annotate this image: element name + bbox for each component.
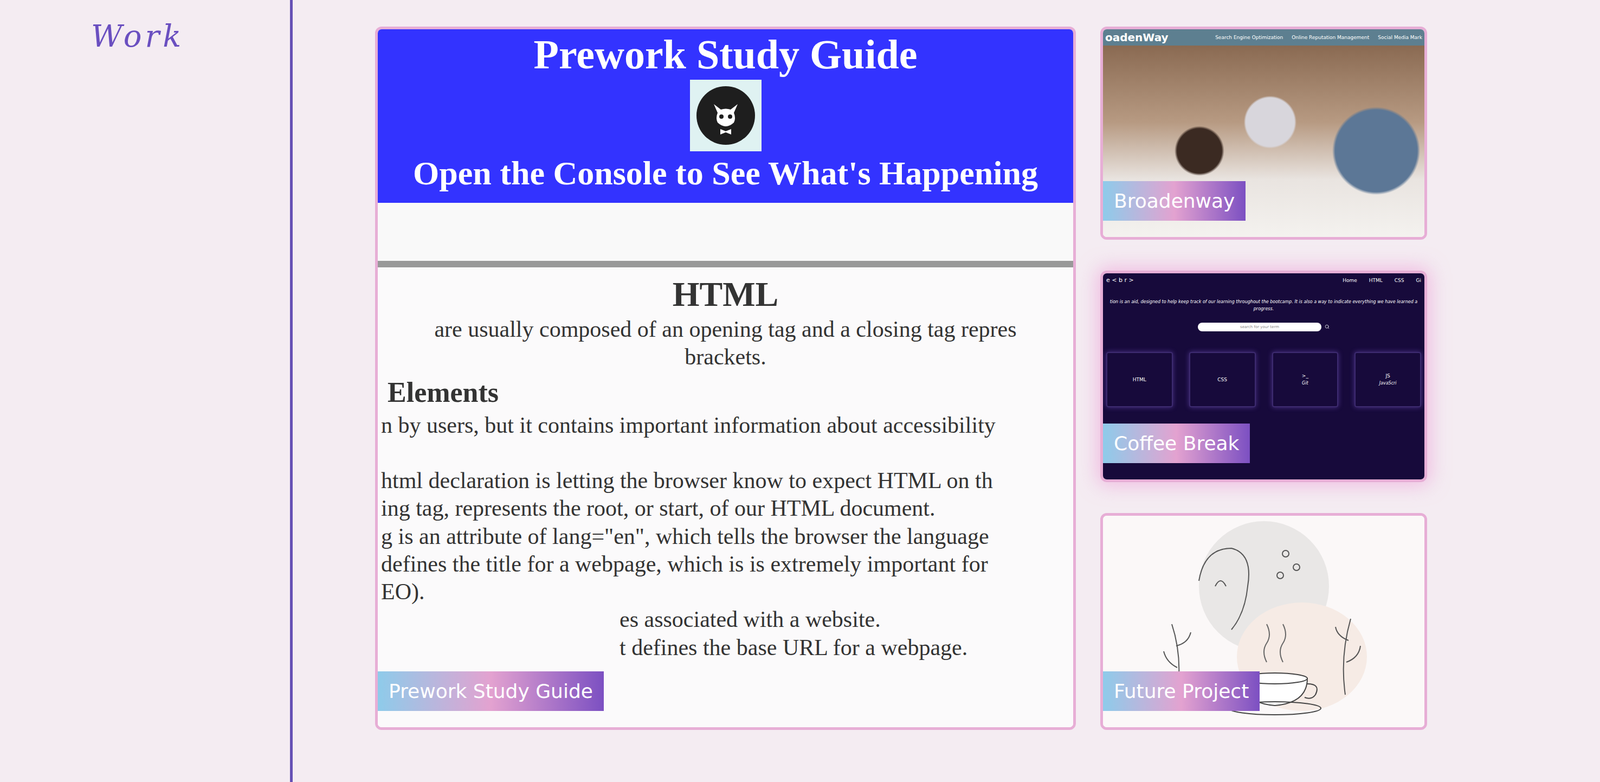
site-link: HTML [1369, 277, 1383, 283]
topic-tile: CSS [1189, 351, 1256, 408]
detail-line: t defines the base URL for a webpage. [381, 633, 1070, 662]
project-card[interactable]: Prework Study Guide Open the Console to S… [375, 26, 1076, 730]
project-label[interactable]: Future Project [1102, 671, 1260, 711]
tile-caption: JavaScri [1379, 380, 1397, 386]
detail-line: html declaration is letting the browser … [381, 466, 1070, 495]
detail-line: defines the title for a webpage, which i… [381, 550, 1070, 578]
tile-mark: >_ [1301, 372, 1309, 379]
guide-header: Prework Study Guide Open the Console to S… [377, 29, 1074, 203]
tile-mark: CSS [1217, 376, 1228, 383]
site-link: Search Engine Optimization [1215, 34, 1283, 41]
section-heading: Work [91, 18, 290, 54]
divider [377, 260, 1074, 268]
guide-body: HTMLare usually composed of an opening t… [377, 267, 1074, 727]
logo-box [689, 79, 762, 152]
project-label[interactable]: Broadenway [1102, 181, 1246, 221]
site-link: Home [1342, 277, 1358, 283]
sidebar: Work [0, 0, 293, 782]
site-links: Home HTML CSS Gi [1342, 277, 1422, 283]
detail-line: es associated with a website. [381, 605, 1070, 634]
tile-mark: JS [1385, 372, 1390, 379]
project-card[interactable]: Future Project [1100, 512, 1428, 730]
site-logo: e < b r > [1106, 276, 1134, 284]
tagline: tion is an aid, designed to help keep tr… [1106, 298, 1422, 313]
site-brand: oadenWay [1105, 30, 1169, 44]
guide-subtitle: Open the Console to See What's Happening [413, 153, 1038, 193]
search-icon [1324, 324, 1330, 329]
site-link: Gi [1416, 277, 1422, 283]
site-link: CSS [1394, 277, 1405, 283]
guide-title: Prework Study Guide [533, 31, 918, 78]
topic-tile: HTML [1106, 351, 1173, 408]
detail-line: ing tag, represents the root, or start, … [381, 494, 1070, 522]
cat-logo-icon [695, 85, 756, 146]
detail-line: g is an attribute of lang="en", which te… [381, 522, 1070, 551]
details: html declaration is letting the browser … [381, 466, 1070, 662]
site-nav: oadenWay Search Engine Optimization Online… [1102, 29, 1425, 46]
site-links: Search Engine Optimization Online Reputat… [1215, 34, 1423, 41]
gray-strip [377, 202, 1074, 261]
topic-tile: >_Git [1272, 351, 1339, 408]
portfolio-page: Work Prework Study Guide Open the Console … [0, 0, 1600, 782]
site-link: Social Media Mark [1377, 34, 1423, 41]
intro-line: brackets. [381, 343, 1070, 371]
topic-tiles: HTML CSS >_Git JSJavaScri [1106, 340, 1422, 408]
search-row: search for your term [1106, 322, 1422, 332]
tile-mark: HTML [1132, 376, 1147, 383]
topic-tile: JSJavaScri [1354, 351, 1422, 408]
project-label[interactable]: Coffee Break [1102, 423, 1250, 463]
intro-line: are usually composed of an opening tag a… [381, 315, 1070, 344]
site-link: Online Reputation Management [1291, 34, 1370, 41]
search-field: search for your term [1197, 322, 1322, 332]
detail-line: EO). [381, 577, 1070, 606]
project-label[interactable]: Prework Study Guide [377, 671, 604, 711]
note-line: n by users, but it contains important in… [381, 411, 1070, 440]
project-card[interactable]: oadenWay Search Engine Optimization Online… [1100, 26, 1428, 240]
project-card[interactable]: e < b r > Home HTML CSS Gi tion is an aid, de… [1100, 270, 1428, 482]
subsection-title: Elements [381, 375, 1070, 410]
section-title: HTML [381, 273, 1070, 316]
tile-caption: Git [1301, 380, 1309, 386]
project-grid: Prework Study Guide Open the Console to S… [292, 0, 1600, 782]
site-nav: e < b r > Home HTML CSS Gi [1106, 276, 1422, 284]
